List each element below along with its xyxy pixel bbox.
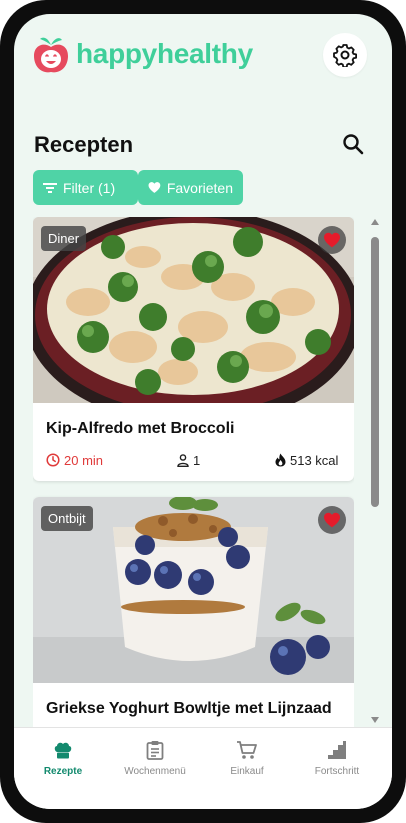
flame-icon: [275, 453, 286, 467]
recipe-image: Ontbijt: [33, 497, 354, 683]
favorite-toggle[interactable]: [318, 226, 346, 254]
search-button[interactable]: [340, 131, 366, 157]
nav-item-recipes[interactable]: Rezepte: [16, 740, 110, 777]
phone-frame: happyhealthy Recepten Filter (1) Favorie…: [0, 0, 406, 823]
nav-item-weekmenu[interactable]: Wochenmenü: [108, 740, 202, 777]
recipe-time: 20 min: [46, 452, 103, 468]
recipe-servings: 1: [177, 452, 200, 468]
nav-item-shopping[interactable]: Einkauf: [200, 740, 294, 777]
heart-icon: [148, 182, 161, 193]
favorite-toggle[interactable]: [318, 506, 346, 534]
nav-item-label: Wochenmenü: [124, 766, 186, 777]
scrollbar[interactable]: [369, 217, 381, 727]
favorites-button[interactable]: Favorieten: [138, 170, 243, 205]
brand-name: happyhealthy: [76, 38, 253, 69]
recipe-card[interactable]: Diner Kip-Alfredo met Broccoli 20 min 1 …: [33, 217, 354, 481]
app-screen: happyhealthy Recepten Filter (1) Favorie…: [14, 14, 392, 809]
recipe-calories: 513 kcal: [275, 452, 338, 468]
recipe-title: Griekse Yoghurt Bowltje met Lijnzaad: [46, 700, 332, 717]
recipe-image: Diner: [33, 217, 354, 403]
chef-hat-icon: [54, 742, 72, 759]
nav-item-progress[interactable]: Fortschritt: [290, 740, 384, 777]
clipboard-icon: [146, 741, 164, 760]
heart-icon: [324, 512, 340, 528]
nav-item-label: Einkauf: [230, 766, 264, 777]
clock-icon: [46, 453, 60, 467]
recipe-category-tag: Diner: [41, 226, 87, 251]
heart-icon: [324, 232, 340, 248]
recipe-calories-value: 513 kcal: [290, 452, 339, 468]
filter-button[interactable]: Filter (1): [33, 170, 138, 205]
gear-icon: [333, 44, 357, 67]
nav-item-label: Fortschritt: [314, 766, 360, 777]
favorites-label: Favorieten: [166, 179, 233, 196]
recipe-card[interactable]: Ontbijt Griekse Yoghurt Bowltje met Lijn…: [33, 497, 354, 727]
filter-icon: [43, 182, 57, 193]
recipe-list[interactable]: Diner Kip-Alfredo met Broccoli 20 min 1 …: [33, 217, 354, 727]
app-header: happyhealthy: [14, 14, 392, 124]
settings-button[interactable]: [323, 33, 367, 77]
search-icon: [343, 134, 364, 155]
scroll-up-arrow[interactable]: [371, 219, 379, 225]
scroll-down-arrow[interactable]: [371, 717, 379, 723]
apple-icon: [34, 37, 68, 73]
recipe-category-tag: Ontbijt: [41, 506, 93, 531]
bottom-navigation: Rezepte Wochenmenü Einkauf Fortschritt: [14, 727, 392, 809]
recipe-title: Kip-Alfredo met Broccoli: [46, 420, 235, 437]
recipe-time-value: 20 min: [64, 452, 104, 468]
filter-label: Filter (1): [63, 179, 116, 196]
cart-icon: [237, 741, 257, 759]
person-icon: [177, 453, 189, 467]
stairs-icon: [328, 741, 346, 759]
recipe-servings-value: 1: [193, 452, 201, 468]
page-title: Recepten: [34, 132, 134, 157]
nav-item-label: Rezepte: [43, 766, 83, 777]
scroll-thumb[interactable]: [371, 237, 379, 507]
